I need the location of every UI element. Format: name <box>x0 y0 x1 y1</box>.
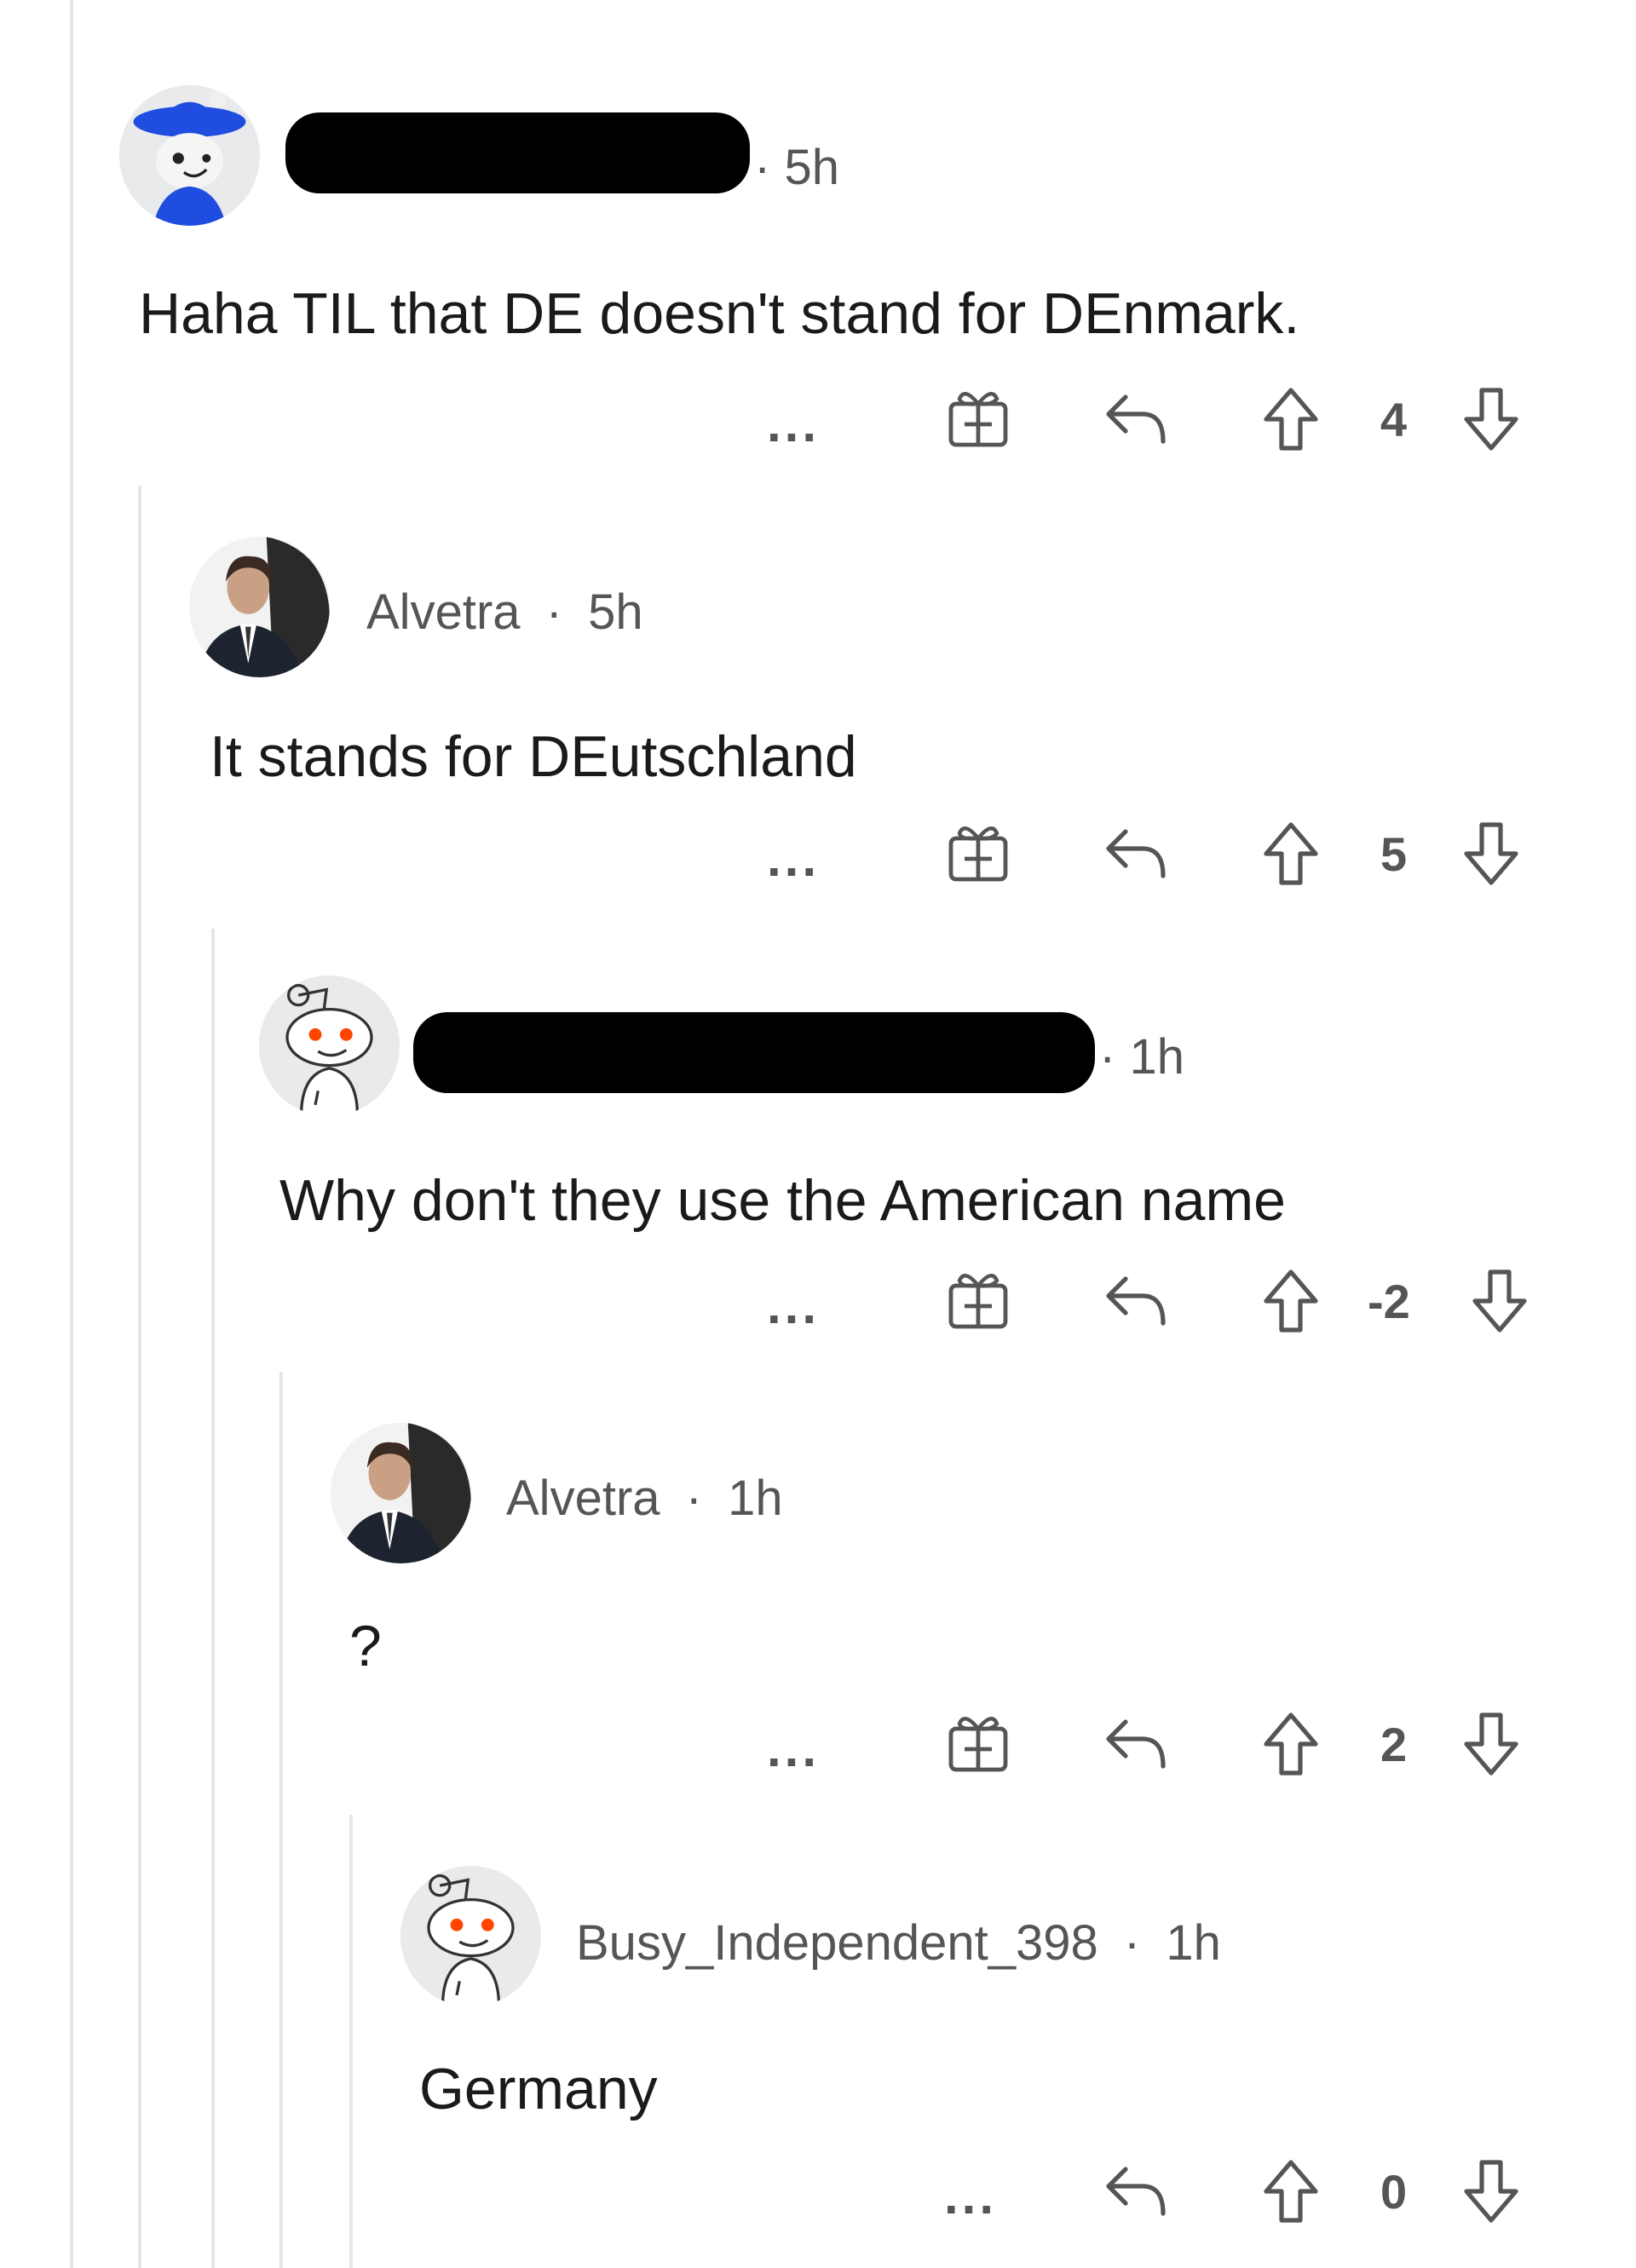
vote-score: -2 <box>1368 1275 1410 1328</box>
separator-dot: · <box>1123 1915 1141 1971</box>
comment-username[interactable]: Alvetra <box>506 1471 660 1526</box>
comment-body: ? <box>349 1614 382 1678</box>
snoo-avatar-icon[interactable] <box>400 1866 541 2006</box>
separator-dot: · <box>685 1471 702 1526</box>
downvote-arrow-icon[interactable] <box>1470 1267 1529 1335</box>
comment-meta: · 1h <box>1099 1033 1184 1082</box>
more-options-button[interactable]: ... <box>767 833 820 884</box>
man-in-suit-avatar-icon[interactable] <box>331 1423 471 1563</box>
comment-time: 5h <box>588 584 643 640</box>
award-gift-icon[interactable] <box>944 1708 1012 1776</box>
comment-actions: ... 4 <box>0 383 1636 460</box>
vote-score: 2 <box>1380 1718 1408 1771</box>
comment-body: Haha TIL that DE doesn't stand for DEnma… <box>139 281 1300 346</box>
separator-dot: · <box>1099 1029 1116 1085</box>
downvote-arrow-icon[interactable] <box>1461 820 1521 888</box>
reply-icon[interactable] <box>1102 1715 1170 1775</box>
comment-actions: ... 0 <box>0 2156 1636 2232</box>
upvote-arrow-icon[interactable] <box>1261 1267 1321 1335</box>
award-gift-icon[interactable] <box>944 383 1012 452</box>
downvote-arrow-icon[interactable] <box>1461 1710 1521 1778</box>
downvote-arrow-icon[interactable] <box>1461 385 1521 453</box>
comment-username[interactable]: Busy_Independent_398 <box>576 1915 1098 1971</box>
more-options-button[interactable]: ... <box>767 1281 820 1332</box>
downvote-arrow-icon[interactable] <box>1461 2157 1521 2225</box>
redacted-username <box>285 112 750 193</box>
comment-body: Why don't they use the American name <box>279 1168 1286 1233</box>
snoo-avatar-icon[interactable] <box>259 976 400 1116</box>
reply-icon[interactable] <box>1102 825 1170 884</box>
comment-meta: Alvetra · 1h <box>506 1474 783 1523</box>
blue-hat-avatar-icon[interactable] <box>119 85 260 226</box>
comment-username[interactable]: Alvetra <box>366 584 521 640</box>
comment-body: Germany <box>419 2057 658 2121</box>
vote-score: 5 <box>1380 827 1408 881</box>
separator-dot: · <box>754 140 771 195</box>
award-gift-icon[interactable] <box>944 818 1012 886</box>
comment-actions: ... 5 <box>0 818 1636 895</box>
comment-actions: ... -2 <box>0 1265 1636 1342</box>
more-options-button[interactable]: ... <box>767 1724 820 1775</box>
vote-score: 0 <box>1380 2165 1408 2219</box>
comment-body: It stands for DEutschland <box>210 724 857 789</box>
comment-actions: ... 2 <box>0 1708 1636 1785</box>
man-in-suit-avatar-icon[interactable] <box>189 537 330 677</box>
comment-time: 5h <box>784 140 839 195</box>
comment-time: 1h <box>1129 1029 1184 1085</box>
redacted-username <box>413 1012 1095 1093</box>
upvote-arrow-icon[interactable] <box>1261 1710 1321 1778</box>
vote-score: 4 <box>1380 393 1408 446</box>
comment-meta: Busy_Independent_398 · 1h <box>576 1919 1221 1968</box>
separator-dot: · <box>545 584 562 640</box>
thread-line-level-1[interactable] <box>138 486 141 2268</box>
upvote-arrow-icon[interactable] <box>1261 2157 1321 2225</box>
thread-line-level-0[interactable] <box>70 0 73 2268</box>
award-gift-icon[interactable] <box>944 1265 1012 1333</box>
thread-line-level-2[interactable] <box>211 929 215 2268</box>
comment-meta: Alvetra · 5h <box>366 588 643 637</box>
thread-line-level-3[interactable] <box>279 1372 283 2268</box>
reply-icon[interactable] <box>1102 390 1170 450</box>
reply-icon[interactable] <box>1102 1272 1170 1332</box>
upvote-arrow-icon[interactable] <box>1261 820 1321 888</box>
comment-meta: · 5h <box>754 143 839 193</box>
more-options-button[interactable]: ... <box>944 2171 997 2222</box>
comment-time: 1h <box>1166 1915 1221 1971</box>
upvote-arrow-icon[interactable] <box>1261 385 1321 453</box>
reply-icon[interactable] <box>1102 2162 1170 2222</box>
comment-time: 1h <box>728 1471 783 1526</box>
more-options-button[interactable]: ... <box>767 399 820 450</box>
